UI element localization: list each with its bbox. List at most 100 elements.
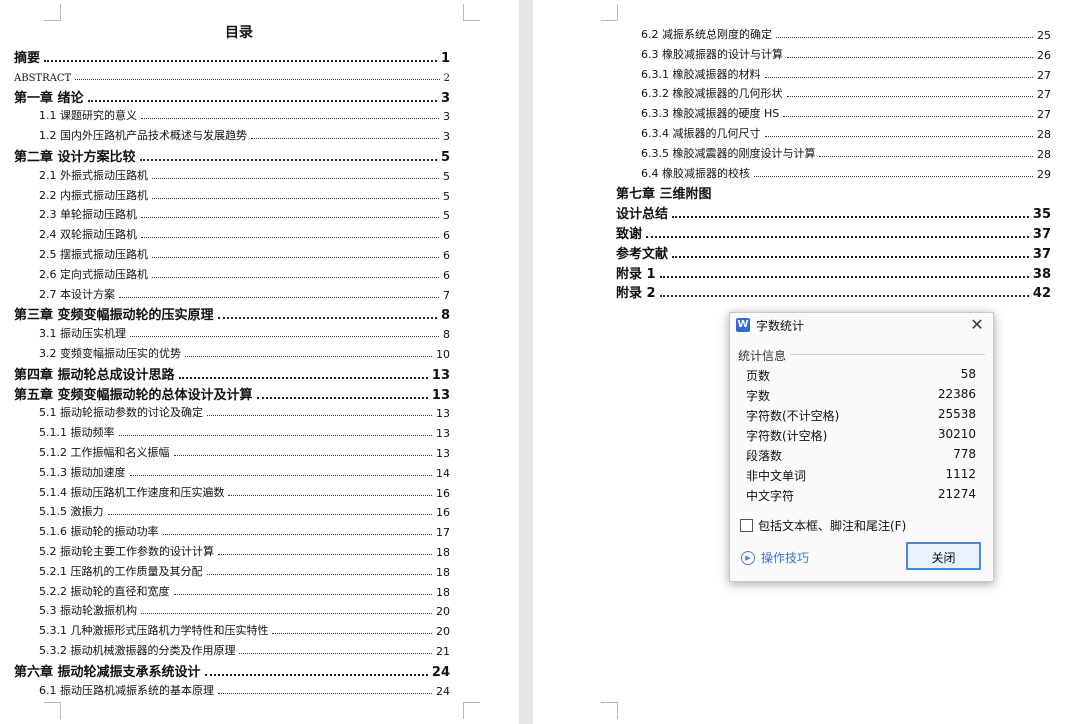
crop-mark bbox=[601, 702, 618, 719]
toc-chapter-entry[interactable]: 设计总结 35 bbox=[616, 203, 1051, 222]
toc-entry-text: 2.4 双轮振动压路机 bbox=[39, 228, 137, 242]
toc-chapter-entry[interactable]: 第四章 振动轮总成设计思路 13 bbox=[14, 364, 450, 383]
toc-section-entry[interactable]: 5.1.2 工作振幅和名义振幅 13 bbox=[39, 443, 450, 460]
toc-section-entry[interactable]: 6.3.1 橡胶减振器的材料 27 bbox=[641, 65, 1051, 82]
toc-page-number: 5 bbox=[440, 150, 450, 165]
toc-section-entry[interactable]: 3.1 振动压实机理 8 bbox=[39, 324, 450, 341]
toc-chapter-entry[interactable]: 第五章 变频变幅振动轮的总体设计及计算 13 bbox=[14, 384, 450, 403]
tips-link[interactable]: 操作技巧 bbox=[761, 549, 809, 566]
toc-page-number: 8 bbox=[443, 328, 450, 342]
toc-page-number: 6 bbox=[443, 268, 450, 282]
stat-value: 58 bbox=[960, 367, 976, 381]
toc-section-entry[interactable]: 2.5 摆振式振动压路机 6 bbox=[39, 245, 450, 262]
toc-leader-dots bbox=[218, 554, 432, 555]
toc-leader-dots bbox=[764, 136, 1033, 137]
stat-row: 非中文单词 1112 bbox=[746, 467, 976, 485]
close-button[interactable]: 关闭 bbox=[906, 542, 981, 570]
toc-section-entry[interactable]: 5.1.3 振动加速度 14 bbox=[39, 463, 450, 480]
toc-entry-text: 5.3.2 振动机械激振器的分类及作用原理 bbox=[39, 644, 236, 657]
toc-chapter-entry[interactable]: 致谢 37 bbox=[616, 223, 1051, 242]
include-textbox-label[interactable]: 包括文本框、脚注和尾注(F) bbox=[758, 517, 906, 534]
toc-section-entry[interactable]: 5.2 振动轮主要工作参数的设计计算 18 bbox=[39, 542, 450, 559]
toc-section-entry[interactable]: 1.1 课题研究的意义 3 bbox=[39, 106, 450, 123]
toc-chapter-entry[interactable]: 第三章 变频变幅振动轮的压实原理 8 bbox=[14, 304, 450, 323]
toc-section-entry[interactable]: 2.3 单轮振动压路机 5 bbox=[39, 205, 450, 222]
stat-label: 中文字符 bbox=[746, 489, 795, 503]
toc-chapter-entry[interactable]: 附录 2 42 bbox=[616, 282, 1051, 301]
toc-entry-text: 第五章 变频变幅振动轮的总体设计及计算 bbox=[14, 387, 253, 403]
toc-section-entry[interactable]: 5.1 振动轮振动参数的讨论及确定 13 bbox=[39, 403, 450, 420]
toc-leader-dots bbox=[786, 96, 1033, 98]
toc-chapter-entry[interactable]: 第七章 三维附图 bbox=[616, 183, 1051, 202]
stat-value: 21274 bbox=[937, 487, 976, 501]
toc-chapter-entry[interactable]: 第六章 振动轮减振支承系统设计 24 bbox=[14, 661, 450, 680]
crop-mark bbox=[463, 4, 480, 21]
toc-section-entry[interactable]: 5.3 振动轮激振机构 20 bbox=[39, 601, 450, 618]
toc-entry-text: 5.2.1 压路机的工作质量及其分配 bbox=[39, 564, 203, 578]
toc-section-entry[interactable]: 2.2 内振式振动压路机 5 bbox=[39, 186, 450, 203]
toc-section-entry[interactable]: 6.3.3 橡胶减振器的硬度 HS 27 bbox=[641, 104, 1051, 121]
stat-value: 778 bbox=[953, 447, 976, 461]
toc-section-entry[interactable]: 3.2 变频变幅振动压实的优势 10 bbox=[39, 344, 450, 361]
toc-leader-dots bbox=[204, 673, 428, 676]
dialog-title: 字数统计 bbox=[756, 319, 805, 333]
toc-section-entry[interactable]: 6.3.2 橡胶减振器的几何形状 27 bbox=[641, 84, 1051, 101]
toc-section-entry[interactable]: 5.1.4 振动压路机工作速度和压实遍数 16 bbox=[39, 483, 450, 500]
toc-page-number: 8 bbox=[440, 308, 450, 324]
toc-section-entry[interactable]: 5.3.1 几种激振形式压路机力学特性和压实特性 20 bbox=[39, 621, 450, 638]
toc-section-entry[interactable]: 6.3 橡胶减振器的设计与计算 26 bbox=[641, 45, 1051, 62]
toc-section-entry[interactable]: 1.2 国内外压路机产品技术概述与发展趋势 3 bbox=[39, 126, 450, 143]
toc-section-entry[interactable]: 5.2.1 压路机的工作质量及其分配 18 bbox=[39, 562, 450, 579]
toc-chapter-entry[interactable]: 第一章 绪论 3 bbox=[14, 87, 450, 106]
toc-section-entry[interactable]: 2.4 双轮振动压路机 6 bbox=[39, 225, 450, 242]
toc-page-number: 27 bbox=[1037, 88, 1051, 102]
toc-chapter-entry[interactable]: 附录 1 38 bbox=[616, 263, 1051, 282]
toc-section-entry[interactable]: 2.7 本设计方案 7 bbox=[39, 285, 450, 302]
toc-section-entry[interactable]: 6.3.4 减振器的几何尺寸 28 bbox=[641, 124, 1051, 141]
include-textbox-checkbox[interactable] bbox=[740, 519, 753, 532]
toc-leader-dots bbox=[251, 138, 439, 140]
toc-chapter-entry[interactable]: 参考文献 37 bbox=[616, 243, 1051, 262]
toc-leader-dots bbox=[173, 593, 432, 595]
play-circle-icon[interactable]: ▶ bbox=[741, 551, 755, 565]
toc-section-entry[interactable]: 2.6 定向式振动压路机 6 bbox=[39, 265, 450, 282]
toc-page-number: 13 bbox=[431, 387, 450, 403]
toc-entry-text: 6.1 振动压路机减振系统的基本原理 bbox=[39, 683, 214, 697]
toc-entry-text: 5.1.5 激振力 bbox=[39, 505, 104, 519]
group-divider bbox=[790, 354, 985, 355]
toc-leader-dots bbox=[217, 317, 437, 320]
toc-entry-text: 附录 1 bbox=[616, 266, 656, 282]
toc-leader-dots bbox=[787, 56, 1033, 58]
toc-leader-dots bbox=[152, 197, 439, 199]
toc-page-number: 18 bbox=[436, 585, 450, 599]
toc-section-entry[interactable]: 6.1 振动压路机减振系统的基本原理 24 bbox=[39, 681, 450, 698]
toc-page-number: 13 bbox=[436, 407, 450, 421]
toc-chapter-entry[interactable]: 摘要 1 bbox=[14, 47, 450, 66]
toc-section-entry[interactable]: 6.3.5 橡胶减震器的刚度设计与计算 28 bbox=[641, 144, 1051, 161]
toc-entry-text: 2.6 定向式振动压路机 bbox=[39, 267, 148, 281]
toc-section-entry[interactable]: 5.1.6 振动轮的振动功率 17 bbox=[39, 522, 450, 539]
toc-leader-dots bbox=[672, 216, 1029, 219]
toc-section-entry[interactable]: 2.1 外振式振动压路机 5 bbox=[39, 166, 450, 183]
toc-entry-text: 致谢 bbox=[616, 227, 643, 242]
toc-page-number: 24 bbox=[431, 664, 450, 680]
toc-entry-text: 第七章 三维附图 bbox=[616, 187, 712, 203]
toc-section-entry[interactable]: 5.3.2 振动机械激振器的分类及作用原理 21 bbox=[39, 641, 450, 658]
close-icon[interactable]: ✕ bbox=[967, 315, 987, 335]
toc-page-number: 14 bbox=[436, 466, 450, 480]
toc-section-entry[interactable]: 5.2.2 振动轮的直径和宽度 18 bbox=[39, 582, 450, 599]
toc-entry-text: 5.3.1 几种激振形式压路机力学特性和压实特性 bbox=[39, 624, 269, 638]
toc-leader-dots bbox=[659, 295, 1029, 298]
toc-chapter-entry[interactable]: 第二章 设计方案比较 5 bbox=[14, 146, 450, 165]
toc-section-entry[interactable]: 6.2 减振系统总刚度的确定 25 bbox=[641, 25, 1051, 42]
toc-page-number: 38 bbox=[1032, 266, 1051, 282]
toc-section-entry[interactable]: 5.1.1 振动频率 13 bbox=[39, 423, 450, 440]
toc-section-entry[interactable]: 6.4 橡胶减振器的校核 29 bbox=[641, 164, 1051, 181]
toc-leader-dots bbox=[141, 118, 439, 120]
stat-row: 字符数(计空格) 30210 bbox=[746, 427, 976, 445]
toc-entry-text: 6.3.1 橡胶减振器的材料 bbox=[641, 67, 761, 81]
toc-leader-dots bbox=[152, 276, 439, 278]
toc-section-entry[interactable]: 5.1.5 激振力 16 bbox=[39, 502, 450, 519]
toc-page-number: 20 bbox=[436, 625, 450, 639]
toc-section-entry[interactable]: ABSTRACT 2 bbox=[14, 67, 450, 84]
